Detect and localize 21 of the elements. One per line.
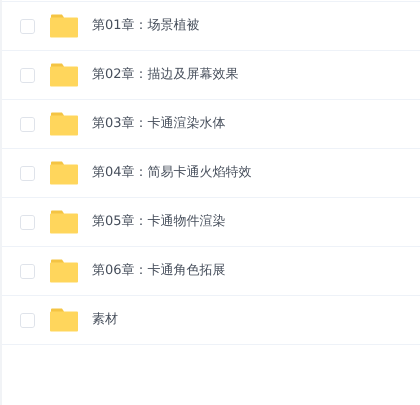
checkbox[interactable] — [20, 116, 35, 132]
folder-name[interactable]: 第05章：卡通物件渲染 — [92, 212, 226, 232]
folder-name[interactable]: 第04章：简易卡通火焰特效 — [92, 163, 252, 183]
folder-name[interactable]: 素材 — [92, 310, 118, 330]
checkbox[interactable] — [20, 214, 35, 230]
folder-icon — [50, 308, 78, 332]
folder-name[interactable]: 第01章：场景植被 — [92, 16, 200, 36]
folder-name[interactable]: 第03章：卡通渲染水体 — [92, 114, 226, 134]
checkbox[interactable] — [20, 264, 35, 278]
folder-icon — [50, 161, 78, 185]
checkbox[interactable] — [20, 312, 35, 328]
folder-icon — [50, 259, 78, 283]
folder-name[interactable]: 第02章：描边及屏幕效果 — [92, 65, 239, 85]
folder-name[interactable]: 第06章：卡通角色拓展 — [92, 261, 226, 281]
folder-icon — [50, 14, 78, 38]
folder-icon — [50, 210, 78, 234]
checkbox[interactable] — [20, 166, 35, 180]
folder-icon — [50, 112, 78, 136]
checkbox[interactable] — [20, 68, 35, 82]
checkbox[interactable] — [20, 18, 35, 34]
folder-icon — [50, 63, 78, 87]
